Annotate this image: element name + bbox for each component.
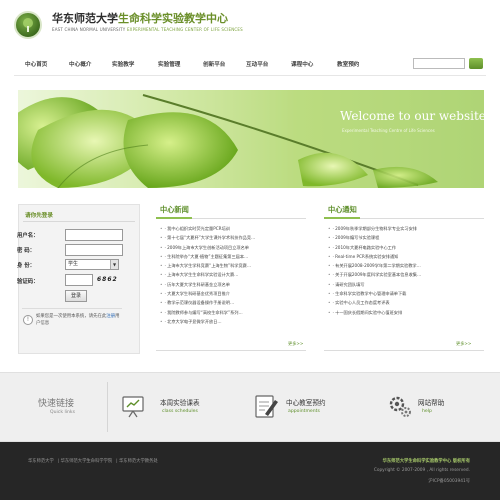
notices-list: · 2009年秋季学期部分生物科学专业实习安排 · 2009年编写节实验课程 ·… bbox=[328, 224, 478, 317]
notices-title: 中心通知 bbox=[328, 205, 357, 214]
captcha-field[interactable] bbox=[65, 274, 93, 286]
news-bottom-divider bbox=[156, 350, 306, 351]
login-title-divider bbox=[23, 221, 135, 222]
identity-select[interactable]: 学生 ▼ bbox=[65, 259, 119, 270]
nav-item-about[interactable]: 中心概介 bbox=[69, 60, 91, 68]
notice-item[interactable]: · 请研究团队填写 bbox=[328, 280, 478, 289]
nav-item-courses[interactable]: 课程中心 bbox=[291, 60, 313, 68]
news-item[interactable]: · 我院教师参与编写“高校生命科学”系列… bbox=[160, 308, 306, 317]
footer-center-name: 华东师范大学生命科学实验教学中心 版权所有 bbox=[382, 459, 470, 464]
search-input[interactable] bbox=[413, 58, 465, 69]
site-header: 华东师范大学生命科学实验教学中心 EAST CHINA NORMAL UNIVE… bbox=[0, 0, 500, 45]
nav-item-room-booking[interactable]: 教室预约 bbox=[337, 60, 359, 68]
register-link[interactable]: 注册 bbox=[106, 314, 115, 319]
university-logo-icon[interactable] bbox=[14, 11, 42, 39]
identity-value: 学生 bbox=[68, 261, 79, 267]
login-title: 请你先登录 bbox=[25, 213, 53, 219]
footer-link[interactable]: 华东师范大学教务处 bbox=[119, 459, 158, 464]
register-note: 如果您是一次使用本系统，请先在此注册用户信息 bbox=[36, 313, 122, 327]
schedule-sublabel: class schedules bbox=[162, 409, 198, 414]
footer-link[interactable]: 华东师范大学生命科学学院 bbox=[61, 459, 113, 464]
search-button[interactable] bbox=[469, 58, 483, 69]
password-label: 密 码： bbox=[17, 248, 36, 254]
news-title-accent bbox=[156, 217, 192, 219]
leaves-illustration bbox=[18, 90, 484, 188]
projector-icon bbox=[122, 396, 144, 418]
tree-icon bbox=[23, 18, 33, 32]
notice-item[interactable]: · 2009年秋季学期部分生物科学专业实习安排 bbox=[328, 224, 478, 233]
university-name: 华东师范大学 bbox=[52, 12, 118, 25]
nav-item-home[interactable]: 中心首页 bbox=[25, 60, 47, 68]
register-note-prefix: 如果您是一次使用本系统，请先在此 bbox=[36, 314, 107, 319]
appointments-label: 中心教室预约 bbox=[286, 399, 326, 407]
footer-link[interactable]: 华东师范大学 bbox=[28, 459, 54, 464]
login-divider bbox=[22, 308, 122, 309]
news-list: · 我中心组织实时荧光定量PCR培训 · 第十七届“大夏杯”大学生课外学术科技作… bbox=[160, 224, 306, 326]
site-title: 华东师范大学生命科学实验教学中心 bbox=[52, 10, 228, 26]
notices-more-link[interactable]: 更多>> bbox=[456, 341, 471, 347]
banner-welcome: Welcome to our website bbox=[340, 109, 484, 123]
quick-links-title: 快速链接 bbox=[38, 399, 75, 409]
gears-icon bbox=[389, 396, 411, 417]
notice-item[interactable]: · 2009年编写节实验课程 bbox=[328, 233, 478, 242]
notice-item[interactable]: · 关于开展2009年度科学实验室基本信息收集… bbox=[328, 270, 478, 279]
news-item[interactable]: · 历年大夏大学生科研基金立项名单 bbox=[160, 280, 306, 289]
nav-item-interaction[interactable]: 互动平台 bbox=[246, 60, 268, 68]
nav-item-innovation[interactable]: 创新平台 bbox=[203, 60, 225, 68]
banner-subtitle: Experimental Teaching Centre of Life Sci… bbox=[342, 128, 435, 133]
schedule-label: 本周实验课表 bbox=[160, 399, 200, 407]
news-item[interactable]: · 我中心组织实时荧光定量PCR培训 bbox=[160, 224, 306, 233]
notices-bottom-divider bbox=[324, 350, 484, 351]
username-label: 用户名： bbox=[17, 233, 39, 239]
notice-item[interactable]: · Real-time PCR系统实验安排通知 bbox=[328, 252, 478, 261]
quick-links-subtitle: Quick links bbox=[50, 410, 75, 415]
footer-copyright: Copyright © 2007-2009 , All rights reser… bbox=[373, 468, 470, 473]
nav-item-teaching[interactable]: 实验教学 bbox=[112, 60, 134, 68]
info-icon: ! bbox=[23, 315, 33, 325]
news-item[interactable]: · 上海市大学生学科竞赛“上海生物”科学竞赛… bbox=[160, 261, 306, 270]
quick-link-schedule[interactable]: 本周实验课表 class schedules bbox=[120, 392, 230, 422]
center-name: 生命科学实验教学中心 bbox=[118, 12, 228, 25]
news-item[interactable]: · 2009年上海市大学生创新活动项目立项名单 bbox=[160, 243, 306, 252]
captcha-image[interactable]: 6862 bbox=[97, 276, 118, 283]
nav-item-management[interactable]: 实验管理 bbox=[158, 60, 180, 68]
quick-link-help[interactable]: 网站帮助 help bbox=[386, 392, 476, 422]
notice-item[interactable]: · 生命科学实验教学中心管理申请单下载 bbox=[328, 289, 478, 298]
university-name-english: EAST CHINA NORMAL UNIVERSITY bbox=[52, 27, 126, 32]
news-item[interactable]: · 上海市大学生生命科学实验设计大赛… bbox=[160, 270, 306, 279]
site-title-english: EAST CHINA NORMAL UNIVERSITY EXPERIMENTA… bbox=[52, 27, 243, 32]
username-field[interactable] bbox=[65, 229, 123, 241]
password-field[interactable] bbox=[65, 244, 123, 256]
news-item[interactable]: · 第十七届“大夏杯”大学生课外学术科技作品竞… bbox=[160, 233, 306, 242]
footer-links: 华东师范大学 | 华东师范大学生命科学学院 | 华东师范大学教务处 bbox=[28, 459, 158, 464]
quick-links-separator bbox=[107, 382, 108, 432]
help-label: 网站帮助 bbox=[418, 399, 445, 407]
notices-title-accent bbox=[324, 217, 360, 219]
help-sublabel: help bbox=[422, 409, 432, 414]
clipboard-pen-icon bbox=[255, 395, 278, 418]
news-item[interactable]: · 教学示范课仪器设备操作手册说明… bbox=[160, 298, 306, 307]
chevron-down-icon: ▼ bbox=[110, 260, 118, 269]
captcha-label: 验证码： bbox=[17, 279, 39, 285]
appointments-sublabel: appointments bbox=[288, 409, 320, 414]
notice-item[interactable]: · 十一国庆长假期间实验中心值班安排 bbox=[328, 308, 478, 317]
identity-label: 身 份： bbox=[17, 263, 36, 269]
news-title: 中心新闻 bbox=[160, 205, 189, 214]
news-item[interactable]: · 大夏大学生科研基金优秀项目推介 bbox=[160, 289, 306, 298]
notice-item[interactable]: · 2010年大夏杯电路实验中心工作 bbox=[328, 243, 478, 252]
footer-icp: 沪ICP备05003941号 bbox=[428, 479, 470, 484]
quick-link-appointments[interactable]: 中心教室预约 appointments bbox=[252, 392, 362, 422]
news-more-link[interactable]: 更多>> bbox=[288, 341, 303, 347]
nav-divider bbox=[14, 75, 486, 76]
hero-banner: Welcome to our website Experimental Teac… bbox=[18, 90, 484, 188]
login-button[interactable]: 登录 bbox=[65, 290, 87, 302]
center-name-english: EXPERIMENTAL TEACHING CENTER OF LIFE SCI… bbox=[126, 27, 243, 32]
news-item[interactable]: · 北京大学电子显微学开放日… bbox=[160, 317, 306, 326]
notice-item[interactable]: · 实验中心人员工作态度考评表 bbox=[328, 298, 478, 307]
notice-item[interactable]: · 有关开展2008-2009学年第二学期实验教学… bbox=[328, 261, 478, 270]
news-item[interactable]: · 生科院举办“大夏·植物”主题征集第三届本… bbox=[160, 252, 306, 261]
